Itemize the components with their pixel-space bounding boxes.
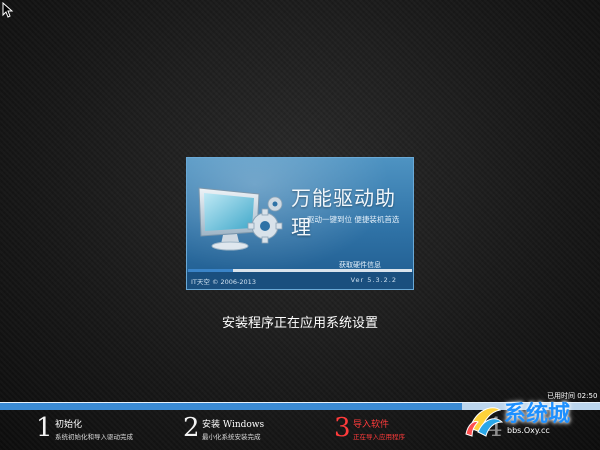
overall-progress-fill <box>0 403 462 410</box>
step-title: 初始化 <box>55 420 83 430</box>
splash-title: 万能驱动助理 <box>291 186 396 239</box>
splash-tagline: 驱动一键到位 便捷装机首选 <box>307 215 400 224</box>
watermark-url: bbs.Oxy.cc <box>507 426 550 435</box>
monitor-gear-icon <box>198 187 283 251</box>
step-description: 系统初始化和导入驱动完成 <box>55 433 133 441</box>
step-description: 正在导入应用程序 <box>353 433 405 441</box>
step-description: 最小化系统安装完成 <box>202 433 261 441</box>
step-title: 导入软件 <box>353 420 390 430</box>
version-text: Ver 5.3.2.2 <box>350 276 397 284</box>
watermark-text: 系统城 <box>504 402 571 427</box>
splash-dialog: 万能驱动助理 驱动一键到位 便捷装机首选 获取硬件信息 IT天空 © 2006-… <box>186 157 414 290</box>
mouse-cursor-icon <box>2 2 14 18</box>
step-title: 安装 Windows <box>202 420 265 430</box>
step-number: 1 <box>36 413 53 443</box>
status-message: 安装程序正在应用系统设置 <box>221 316 378 331</box>
step-number: 3 <box>334 413 351 443</box>
copyright-text: IT天空 © 2006-2013 <box>191 278 256 286</box>
step-number: 2 <box>183 413 200 443</box>
splash-footer: IT天空 © 2006-2013 Ver 5.3.2.2 <box>187 272 413 289</box>
